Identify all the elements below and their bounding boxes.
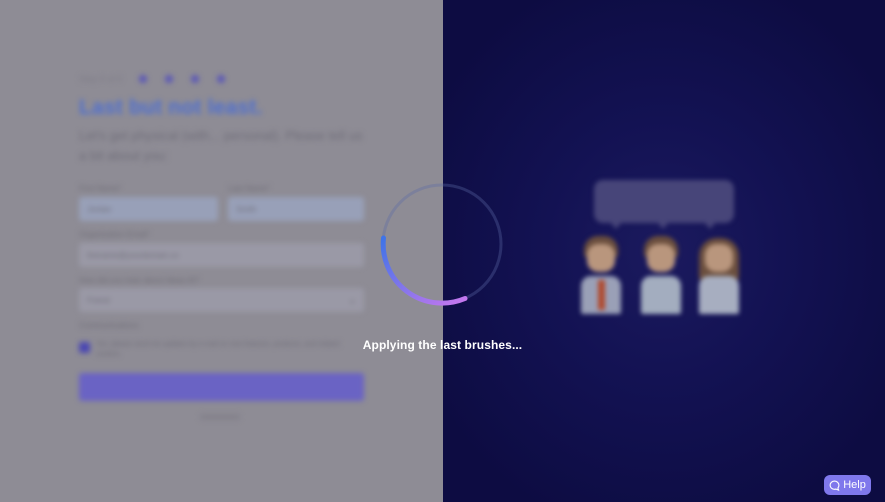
last-name-label: Last Name* bbox=[228, 184, 270, 193]
source-value: Friend bbox=[87, 296, 110, 305]
person-illustration bbox=[578, 236, 624, 314]
illustration-panel bbox=[443, 0, 885, 502]
step-dot bbox=[164, 75, 173, 83]
spinner-arc bbox=[380, 235, 468, 306]
help-label: Help bbox=[843, 479, 866, 491]
submit-button[interactable] bbox=[79, 373, 364, 401]
source-select[interactable]: Friend ⌄ bbox=[79, 288, 364, 312]
step-dot bbox=[138, 75, 147, 83]
form-title: Last but not least. bbox=[79, 96, 263, 119]
chevron-down-icon: ⌄ bbox=[348, 295, 356, 305]
first-name-field[interactable]: Jordan bbox=[79, 197, 218, 221]
speech-bubble-tail bbox=[705, 223, 715, 229]
first-name-value: Jordan bbox=[87, 205, 112, 214]
step-dot bbox=[190, 75, 199, 83]
speech-bubble-tail bbox=[658, 223, 668, 229]
speech-bubble bbox=[594, 180, 734, 223]
loading-spinner bbox=[380, 183, 503, 306]
form-subtitle: Let's get physical (with... personal). P… bbox=[79, 128, 363, 163]
help-button[interactable]: Help bbox=[824, 475, 871, 495]
email-field[interactable]: thename@yourdomain.co bbox=[79, 243, 364, 267]
step-text: Step 5 of 5 bbox=[79, 74, 123, 84]
chat-bubble-icon bbox=[829, 480, 840, 491]
signup-form-panel: Step 5 of 5 Last but not least. Let's ge… bbox=[0, 0, 443, 502]
loading-text: Applying the last brushes... bbox=[362, 338, 523, 352]
consent-heading: Communications bbox=[79, 321, 139, 330]
last-name-field[interactable]: Smith bbox=[228, 197, 364, 221]
illustration-blur-layer bbox=[443, 0, 885, 502]
step-dot bbox=[216, 75, 225, 83]
person-illustration bbox=[638, 236, 684, 314]
email-value: thename@yourdomain.co bbox=[87, 251, 179, 260]
step-indicator: Step 5 of 5 bbox=[79, 74, 233, 84]
first-name-label: First Name* bbox=[79, 184, 122, 193]
form-blur-layer: Step 5 of 5 Last but not least. Let's ge… bbox=[0, 0, 443, 502]
speech-bubble-tail bbox=[611, 223, 621, 229]
email-label: Organization Email* bbox=[79, 230, 150, 239]
last-name-value: Smith bbox=[236, 205, 257, 214]
footer-link[interactable] bbox=[200, 414, 240, 420]
person-illustration bbox=[696, 236, 742, 314]
source-label: How did you hear about Ideas AI? bbox=[79, 276, 200, 285]
